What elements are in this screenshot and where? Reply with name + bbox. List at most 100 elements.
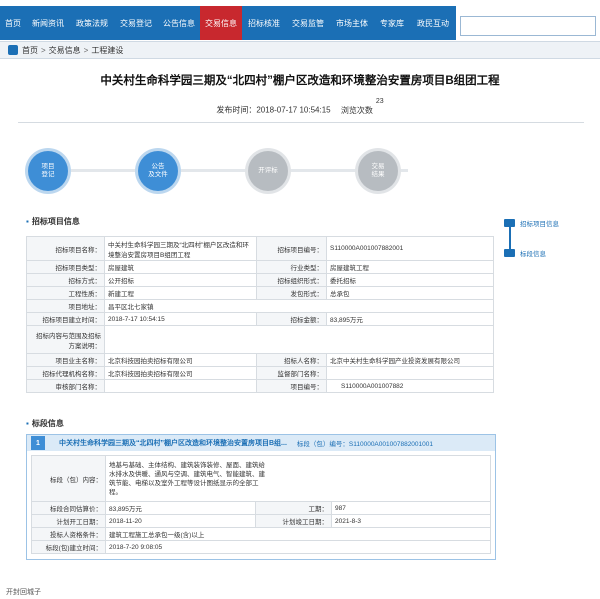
- field-key: 发包形式：: [256, 286, 327, 300]
- field-key: 工程性质：: [26, 286, 105, 300]
- side-anchor-nav: 招标项目信息 标段信息: [504, 218, 584, 260]
- field-key: 招标项目名称：: [26, 236, 105, 261]
- step-registration[interactable]: 项目 登记: [28, 151, 68, 191]
- field-value: 83,895万元: [105, 501, 256, 515]
- side-item-label: 招标项目信息: [520, 221, 559, 228]
- breadcrumb-separator: >: [83, 45, 89, 55]
- field-value: 987: [331, 501, 491, 515]
- section-title-bid-info: 标段信息: [26, 418, 64, 429]
- field-key: 招标方式：: [26, 273, 105, 287]
- nav-item-experts[interactable]: 专家库: [374, 6, 410, 40]
- step-announcement[interactable]: 公告 及文件: [138, 151, 178, 191]
- table-row: 标段(包)建立时间： 2018-7-20 9:08:05: [31, 540, 491, 554]
- breadcrumb-construction: 工程建设: [91, 45, 124, 55]
- field-key: 招标金额：: [256, 312, 327, 326]
- bid-number: 1: [31, 436, 45, 450]
- field-key: 招标组织形式：: [256, 273, 327, 287]
- nav-item-registration[interactable]: 交易登记: [114, 6, 158, 40]
- section-title-project-info: 招标项目信息: [26, 216, 80, 227]
- bid-code: 标段（包）编号：S110000A001007882001001: [296, 441, 433, 448]
- bid-header[interactable]: 1 中关村生命科学园三期及“北四村”棚户区改造和环境整治安置房项目B组... 标…: [27, 435, 495, 451]
- field-key: 招标项目编号：: [256, 236, 327, 261]
- step-label: 登记: [41, 171, 55, 178]
- field-key: 招标项目类型：: [26, 260, 105, 274]
- field-key: 标段（包）内容：: [31, 455, 106, 502]
- field-key: 招标项目建立时间：: [26, 312, 105, 326]
- table-row: 审核部门名称： 项目编号： S110000A001007882: [26, 379, 494, 393]
- breadcrumb-home[interactable]: 首页: [22, 45, 38, 56]
- field-value: 2018-11-20: [105, 514, 256, 528]
- nav-item-market[interactable]: 市场主体: [330, 6, 374, 40]
- field-value: 公开招标: [104, 273, 257, 287]
- bookmark-icon: [504, 219, 515, 227]
- field-key: 项目编号：: [256, 379, 327, 393]
- step-label: 及文件: [148, 171, 168, 178]
- field-value: 昌平区北七家镇: [104, 299, 494, 313]
- bookmark-icon: [504, 249, 515, 257]
- field-key: 监督部门名称：: [256, 366, 327, 380]
- step-bid-opening[interactable]: 开评标: [248, 151, 288, 191]
- field-value: 房屋建筑: [104, 260, 257, 274]
- field-value: 83,895万元: [326, 312, 494, 326]
- field-value: 2021-8-3: [331, 514, 491, 528]
- field-value: 地基与基础、主体结构、建筑装饰装修、屋面、建筑给水排水及供暖、通风与空调、建筑电…: [105, 455, 491, 502]
- step-result[interactable]: 交易 结果: [358, 151, 398, 191]
- publish-time: 发布时间：2018-07-17 10:54:15: [216, 105, 331, 115]
- field-key: 招标代理机构名称：: [26, 366, 105, 380]
- field-value: 房屋建筑工程: [326, 260, 494, 274]
- nav-item-home[interactable]: 首页: [0, 6, 26, 40]
- search-input[interactable]: [460, 16, 596, 36]
- field-value: 2018-7-17 10:54:15: [104, 312, 257, 326]
- views-count: 23: [375, 98, 384, 105]
- bid-title: 中关村生命科学园三期及“北四村”棚户区改造和环境整治安置房项目B组...: [59, 440, 287, 447]
- side-item-bid-info[interactable]: 标段信息: [504, 248, 546, 258]
- table-row: 计划开工日期： 2018-11-20 计划竣工日期： 2021-8-3: [31, 514, 491, 528]
- nav-item-trade-info[interactable]: 交易信息: [200, 6, 242, 40]
- table-row: 招标内容与范围及招标方案说明：: [26, 325, 494, 354]
- footer-text: 开封回城子: [6, 589, 41, 596]
- step-label: 结果: [371, 171, 385, 178]
- nav-item-notice[interactable]: 公告信息: [158, 6, 200, 40]
- field-value: 2018-7-20 9:08:05: [105, 540, 491, 554]
- table-row: 标段（包）内容： 地基与基础、主体结构、建筑装饰装修、屋面、建筑给水排水及供暖、…: [31, 455, 491, 502]
- field-value: [104, 325, 494, 354]
- field-key: 投标人资格条件：: [31, 527, 106, 541]
- table-row: 项目地址： 昌平区北七家镇: [26, 299, 494, 313]
- steps-connector: [44, 169, 408, 172]
- field-key: 审核部门名称：: [26, 379, 105, 393]
- step-label: 交易: [371, 163, 385, 170]
- field-value: [104, 379, 257, 393]
- publish-meta: 发布时间：2018-07-17 10:54:15 浏览次数23: [0, 98, 600, 116]
- field-key: 工期：: [255, 501, 332, 515]
- field-value: 新建工程: [104, 286, 257, 300]
- field-value: S110000A001007882001: [326, 236, 494, 261]
- step-label: 开评标: [258, 167, 278, 174]
- breadcrumb-trade-info[interactable]: 交易信息: [49, 45, 81, 56]
- nav-bar: 首页 新闻资讯 政策法规 交易登记 公告信息 交易信息 招标核准 交易监管 市场…: [0, 6, 456, 40]
- nav-item-news[interactable]: 新闻资讯: [26, 6, 70, 40]
- bid-content-text: 地基与基础、主体结构、建筑装饰装修、屋面、建筑给水排水及供暖、通风与空调、建筑电…: [109, 461, 265, 496]
- nav-item-approval[interactable]: 招标核准: [242, 6, 286, 40]
- field-key: 标段合同估算价：: [31, 501, 106, 515]
- views-label: 浏览次数: [340, 105, 373, 115]
- table-row: 标段合同估算价： 83,895万元 工期： 987: [31, 501, 491, 515]
- nav-item-supervision[interactable]: 交易监管: [286, 6, 330, 40]
- table-row: 招标项目名称： 中关村生命科学园三期及“北四村”棚户区改造和环境整治安置房项目B…: [26, 236, 494, 261]
- field-value: 总承包: [326, 286, 494, 300]
- table-row: 招标项目建立时间： 2018-7-17 10:54:15 招标金额： 83,89…: [26, 312, 494, 326]
- field-value: 中关村生命科学园三期及“北四村”棚户区改造和环境整治安置房项目B组团工程: [104, 236, 257, 261]
- bid-info-table: 标段（包）内容： 地基与基础、主体结构、建筑装饰装修、屋面、建筑给水排水及供暖、…: [31, 455, 491, 554]
- bid-panel: 1 中关村生命科学园三期及“北四村”棚户区改造和环境整治安置房项目B组... 标…: [26, 434, 496, 560]
- field-value: 建筑工程施工总承包一级(含)以上: [105, 527, 491, 541]
- table-row: 投标人资格条件： 建筑工程施工总承包一级(含)以上: [31, 527, 491, 541]
- side-item-project-info[interactable]: 招标项目信息: [504, 218, 559, 228]
- nav-item-interaction[interactable]: 政民互动: [410, 6, 456, 40]
- home-icon: [8, 45, 18, 55]
- project-info-table: 招标项目名称： 中关村生命科学园三期及“北四村”棚户区改造和环境整治安置房项目B…: [26, 236, 494, 393]
- table-row: 工程性质： 新建工程 发包形式： 总承包: [26, 286, 494, 300]
- table-row: 项目业主名称： 北京科技园拍卖招标有限公司 招标人名称： 北京中关村生命科学园产…: [26, 353, 494, 367]
- field-key: 项目地址：: [26, 299, 105, 313]
- table-row: 招标代理机构名称： 北京科技园拍卖招标有限公司 监督部门名称：: [26, 366, 494, 380]
- nav-item-policy[interactable]: 政策法规: [70, 6, 114, 40]
- process-steps: 项目 登记 公告 及文件 开评标 交易 结果: [0, 140, 520, 200]
